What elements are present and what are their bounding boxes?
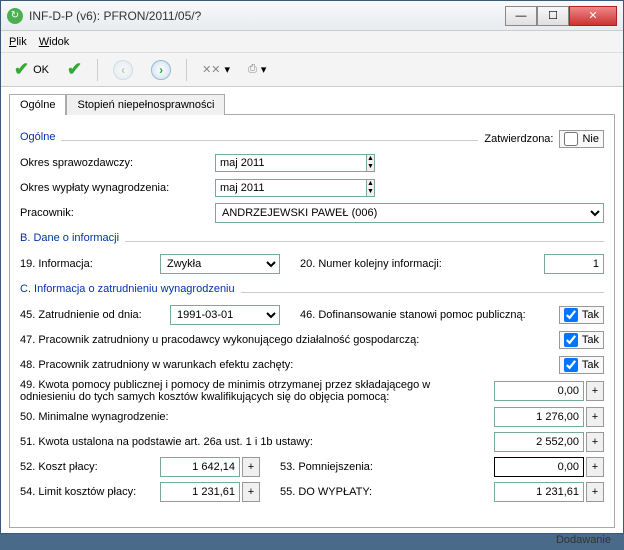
tab-strip: Ogólne Stopień niepełnosprawności [9,93,615,114]
f55-plus[interactable]: + [586,482,604,502]
f46-box: Tak [559,306,604,324]
status-bar: Dodawanie [1,532,623,550]
forward-button[interactable]: › [144,57,178,83]
maximize-button[interactable]: ☐ [537,6,569,26]
ok-button[interactable]: ✔OK [7,57,56,83]
f53-plus[interactable]: + [586,457,604,477]
f51-input[interactable] [494,432,584,452]
tools-icon: ✕✕ [202,63,220,76]
section-a-title: Ogólne [20,131,55,143]
f20-label: 20. Numer kolejny informacji: [300,258,480,270]
f20-input[interactable] [544,254,604,274]
toolbar: ✔OK ✔ ‹ › ✕✕▾ ⎙▾ [1,53,623,87]
f48-box: Tak [559,356,604,374]
apply-button[interactable]: ✔ [60,57,89,83]
arrow-left-icon: ‹ [113,60,133,80]
app-window: ↻ INF-D-P (v6): PFRON/2011/05/? — ☐ ✕ Pl… [0,0,624,534]
tab-general[interactable]: Ogólne [9,94,66,115]
f46-checkbox[interactable] [564,308,578,322]
check-icon: ✔ [14,59,29,80]
tools-button[interactable]: ✕✕▾ [195,57,237,83]
approved-box: Nie [559,130,604,148]
period-label: Okres sprawozdawczy: [20,157,215,169]
spin-down[interactable]: ▼ [367,188,374,196]
f53-label: 53. Pomniejszenia: [280,461,410,473]
pay-period-label: Okres wypłaty wynagrodzenia: [20,182,215,194]
print-button[interactable]: ⎙▾ [241,57,273,83]
f49-label: 49. Kwota pomocy publicznej i pomocy de … [20,379,450,403]
f19-select[interactable]: Zwykła [160,254,280,274]
f47-label: 47. Pracownik zatrudniony u pracodawcy w… [20,334,419,346]
f53-input[interactable] [494,457,584,477]
check-icon: ✔ [67,59,82,80]
f55-input[interactable] [494,482,584,502]
f49-plus[interactable]: + [586,381,604,401]
f52-label: 52. Koszt płacy: [20,461,160,473]
section-c-title: C. Informacja o zatrudnieniu wynagrodzen… [20,283,235,295]
f49-input[interactable] [494,381,584,401]
printer-icon: ⎙ [248,63,257,76]
approved-label: Zatwierdzona: [484,133,553,145]
titlebar: ↻ INF-D-P (v6): PFRON/2011/05/? — ☐ ✕ [1,1,623,31]
menu-view[interactable]: Widok [39,36,70,48]
f19-label: 19. Informacja: [20,258,160,270]
f52-input[interactable] [160,457,240,477]
menubar: Plik Widok [1,31,623,53]
employee-select[interactable]: ANDRZEJEWSKI PAWEŁ (006) [215,203,604,223]
window-title: INF-D-P (v6): PFRON/2011/05/? [29,9,505,23]
f47-checkbox[interactable] [564,333,578,347]
spin-up[interactable]: ▲ [367,155,374,163]
f50-input[interactable] [494,407,584,427]
pay-period-spinner[interactable]: ▲▼ [215,179,335,197]
f55-label: 55. DO WYPŁATY: [280,486,410,498]
spin-down[interactable]: ▼ [367,163,374,171]
menu-file[interactable]: Plik [9,36,27,48]
f48-label: 48. Pracownik zatrudniony w warunkach ef… [20,359,293,371]
app-icon: ↻ [7,8,23,24]
pay-period-input[interactable] [215,179,366,197]
section-b-title: B. Dane o informacji [20,232,119,244]
employee-label: Pracownik: [20,207,215,219]
f52-plus[interactable]: + [242,457,260,477]
f48-checkbox[interactable] [564,358,578,372]
spin-up[interactable]: ▲ [367,180,374,188]
f54-plus[interactable]: + [242,482,260,502]
f46-label: 46. Dofinansowanie stanowi pomoc publicz… [300,309,526,321]
f51-plus[interactable]: + [586,432,604,452]
f50-label: 50. Minimalne wynagrodzenie: [20,411,169,423]
f45-date[interactable]: 1991-03-01 [170,305,280,325]
close-button[interactable]: ✕ [569,6,617,26]
minimize-button[interactable]: — [505,6,537,26]
f47-box: Tak [559,331,604,349]
f54-input[interactable] [160,482,240,502]
tab-disability[interactable]: Stopień niepełnosprawności [66,94,225,115]
tab-panel: Ogólne Zatwierdzona: Nie Okres sprawozda… [9,114,615,528]
arrow-right-icon: › [151,60,171,80]
f51-label: 51. Kwota ustalona na podstawie art. 26a… [20,436,313,448]
approved-checkbox[interactable] [564,132,578,146]
approved-value: Nie [582,133,599,145]
period-input[interactable] [215,154,366,172]
period-spinner[interactable]: ▲▼ [215,154,335,172]
f50-plus[interactable]: + [586,407,604,427]
f45-label: 45. Zatrudnienie od dnia: [20,309,170,321]
f54-label: 54. Limit kosztów płacy: [20,486,160,498]
back-button[interactable]: ‹ [106,57,140,83]
